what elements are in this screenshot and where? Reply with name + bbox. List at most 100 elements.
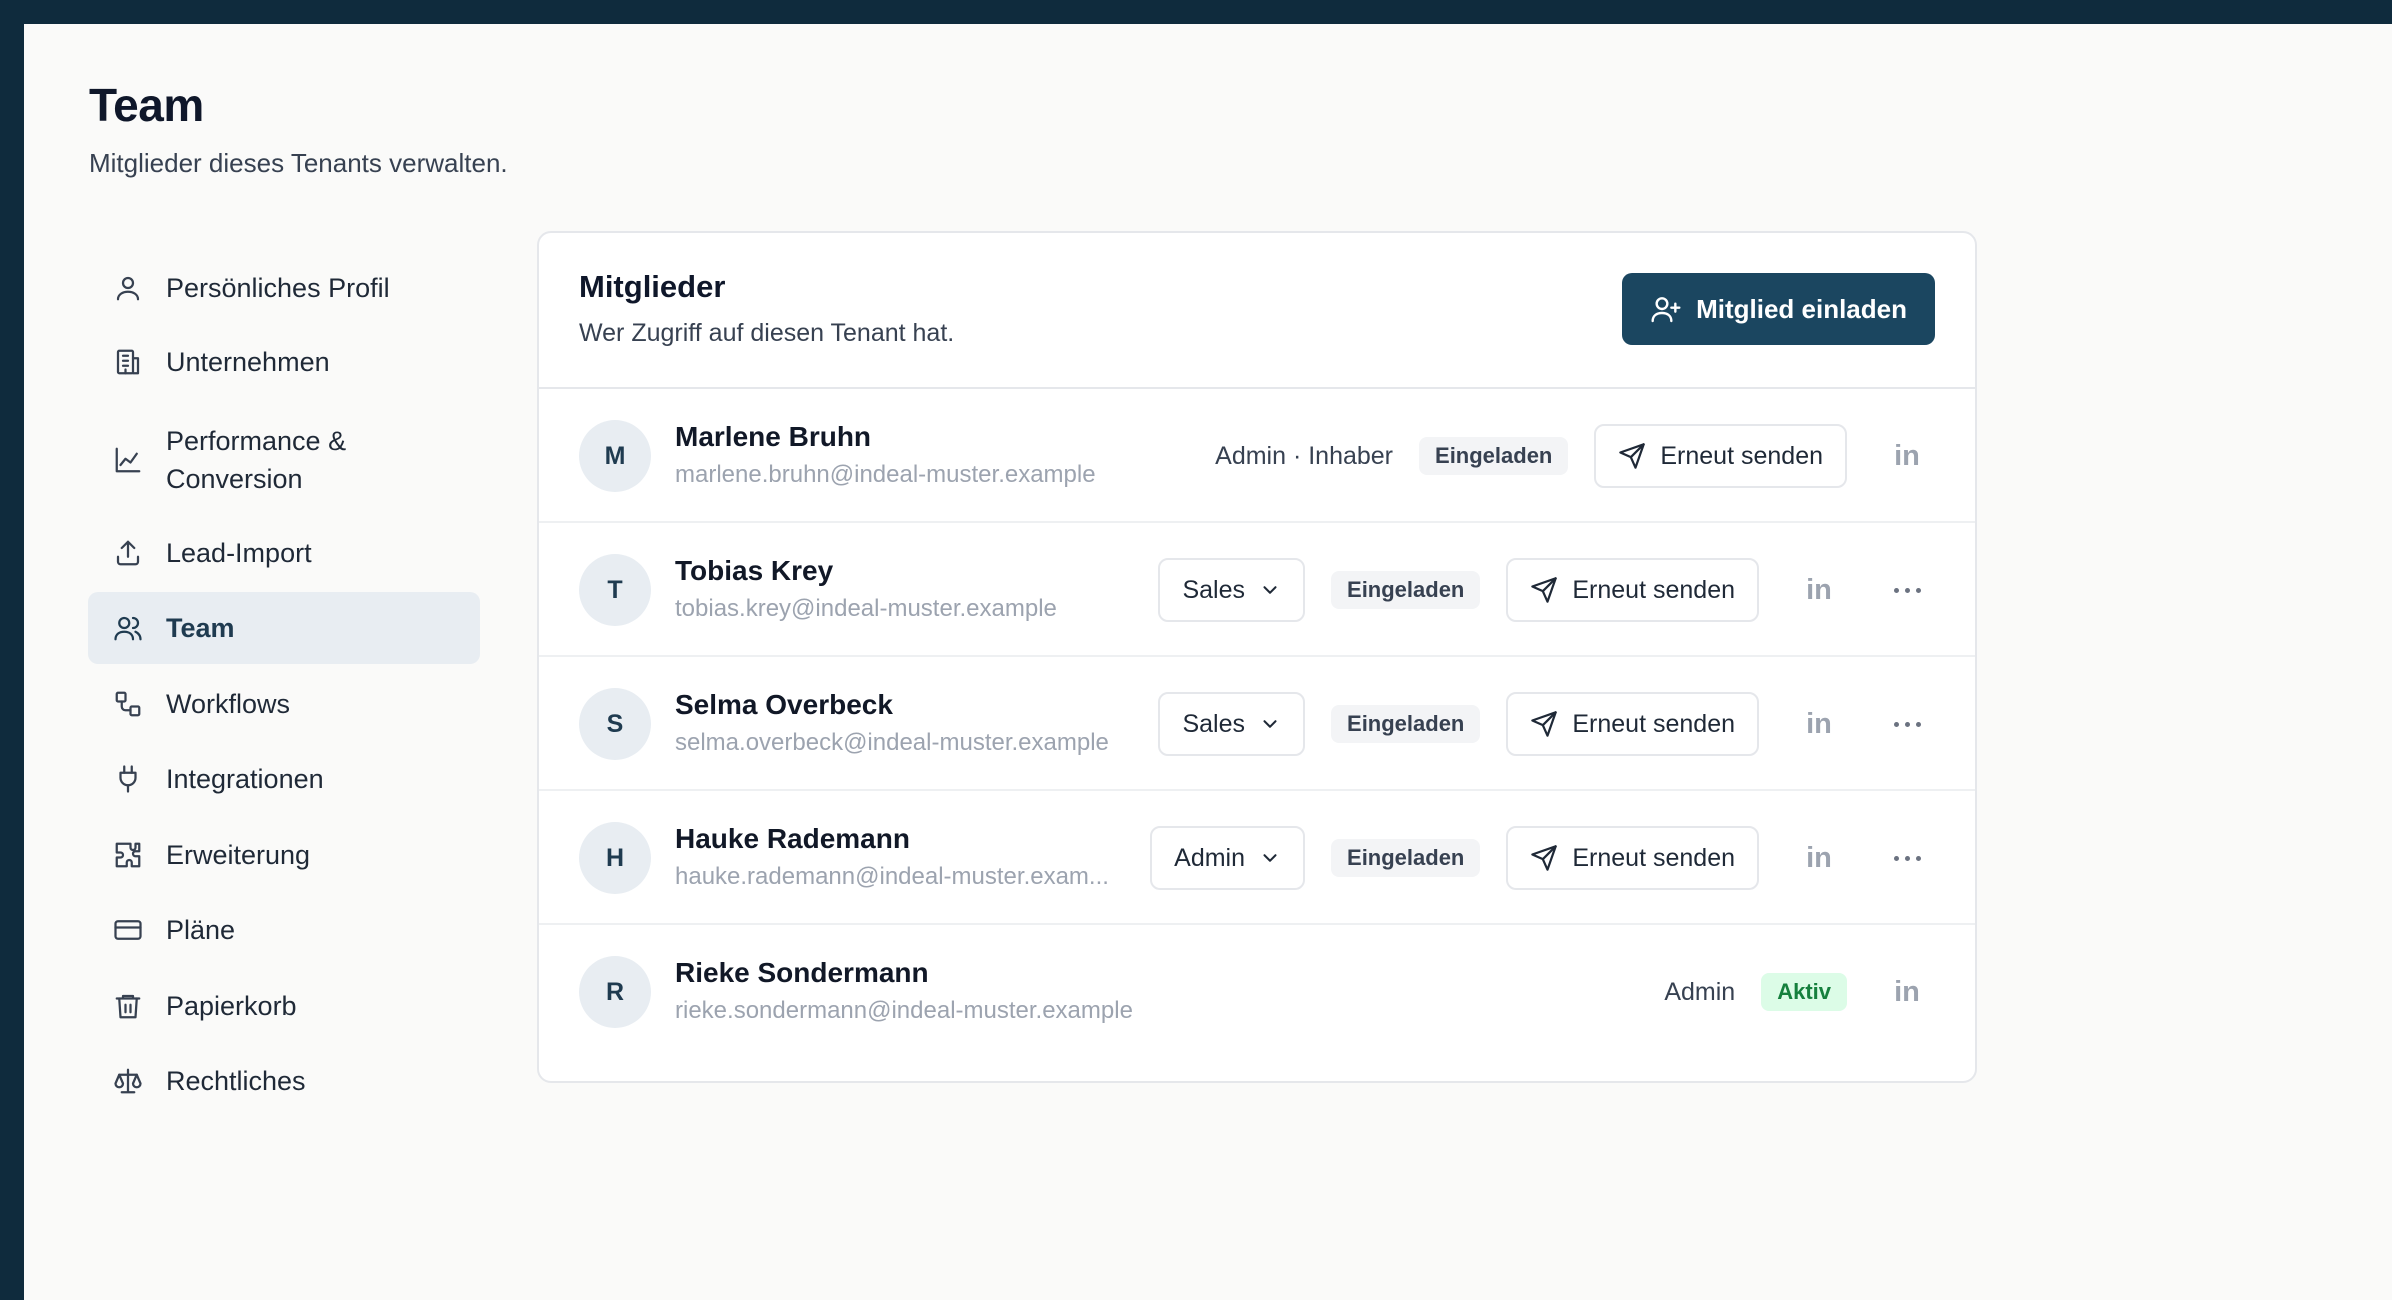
user-plus-icon bbox=[1651, 297, 1681, 323]
more-options-icon[interactable] bbox=[1879, 696, 1935, 752]
sidebar-item-label: Performance & Conversion bbox=[166, 426, 347, 494]
member-row: R Rieke Sondermann rieke.sondermann@inde… bbox=[539, 925, 1975, 1059]
member-name: Hauke Rademann bbox=[675, 823, 910, 854]
avatar: M bbox=[579, 420, 651, 492]
sidebar-item-extension[interactable]: Erweiterung bbox=[88, 819, 480, 891]
chevron-down-icon bbox=[1263, 720, 1277, 728]
resend-invite-label: Erneut senden bbox=[1572, 575, 1735, 604]
resend-invite-button[interactable]: Erneut senden bbox=[1506, 692, 1759, 756]
resend-invite-label: Erneut senden bbox=[1660, 441, 1823, 470]
linkedin-icon[interactable]: in bbox=[1791, 696, 1847, 752]
member-email: selma.overbeck@indeal-muster.example bbox=[675, 729, 1109, 756]
app-window: Team Mitglieder dieses Tenants verwalten… bbox=[24, 24, 2392, 1300]
user-icon bbox=[112, 272, 144, 304]
sidebar-item-label: Workflows bbox=[166, 688, 291, 719]
chevron-down-icon bbox=[1263, 854, 1277, 862]
sidebar-item-plans[interactable]: Pläne bbox=[88, 894, 480, 966]
avatar: S bbox=[579, 688, 651, 760]
trash-icon bbox=[112, 990, 144, 1022]
member-role: Admin bbox=[1664, 977, 1736, 1006]
status-badge: Aktiv bbox=[1761, 973, 1847, 1011]
member-name: Marlene Bruhn bbox=[675, 421, 872, 452]
puzzle-icon bbox=[112, 839, 144, 871]
sidebar-item-team[interactable]: Team bbox=[88, 592, 480, 664]
users-icon bbox=[112, 612, 144, 644]
members-card-subtitle: Wer Zugriff auf diesen Tenant hat. bbox=[579, 319, 955, 347]
sidebar-item-lead-import[interactable]: Lead-Import bbox=[88, 517, 480, 589]
member-row: M Marlene Bruhn marlene.bruhn@indeal-mus… bbox=[539, 389, 1975, 523]
member-actions: Admin Aktiv in bbox=[1664, 925, 1935, 1059]
send-icon bbox=[1531, 711, 1558, 737]
workflow-icon bbox=[112, 688, 144, 720]
avatar: R bbox=[579, 956, 651, 1028]
sidebar-item-legal[interactable]: Rechtliches bbox=[88, 1045, 480, 1117]
member-row: S Selma Overbeck selma.overbeck@indeal-m… bbox=[539, 657, 1975, 791]
sidebar-item-label: Persönliches Profil bbox=[166, 272, 390, 303]
member-name: Tobias Krey bbox=[675, 555, 834, 586]
linkedin-icon[interactable]: in bbox=[1879, 428, 1935, 484]
linkedin-icon[interactable]: in bbox=[1791, 830, 1847, 886]
upload-icon bbox=[112, 537, 144, 569]
resend-invite-button[interactable]: Erneut senden bbox=[1506, 558, 1759, 622]
avatar: T bbox=[579, 554, 651, 626]
resend-invite-label: Erneut senden bbox=[1572, 843, 1735, 872]
member-actions: Sales Eingeladen Erneut senden in bbox=[1158, 523, 1935, 657]
page-subtitle: Mitglieder dieses Tenants verwalten. bbox=[89, 148, 508, 178]
sidebar-item-label: Pläne bbox=[166, 914, 236, 945]
sidebar-item-profile[interactable]: Persönliches Profil bbox=[88, 252, 480, 324]
sidebar-item-label: Team bbox=[166, 612, 235, 643]
chart-line-icon bbox=[112, 444, 144, 476]
role-select-value: Admin bbox=[1174, 843, 1246, 872]
more-options-icon[interactable] bbox=[1879, 830, 1935, 886]
linkedin-icon[interactable]: in bbox=[1879, 964, 1935, 1020]
sidebar-item-label: Papierkorb bbox=[166, 990, 297, 1021]
members-card: Mitglieder Wer Zugriff auf diesen Tenant… bbox=[537, 231, 1977, 1083]
sidebar-item-workflows[interactable]: Workflows bbox=[88, 668, 480, 740]
member-row: H Hauke Rademann hauke.rademann@indeal-m… bbox=[539, 791, 1975, 925]
sidebar-item-label: Unternehmen bbox=[166, 346, 330, 377]
avatar: H bbox=[579, 822, 651, 894]
send-icon bbox=[1531, 577, 1558, 603]
member-actions: Admin · Inhaber Eingeladen Erneut senden… bbox=[1215, 389, 1935, 523]
chevron-down-icon bbox=[1263, 586, 1277, 594]
resend-invite-button[interactable]: Erneut senden bbox=[1506, 826, 1759, 890]
page-title: Team bbox=[89, 79, 204, 131]
resend-invite-label: Erneut senden bbox=[1572, 709, 1735, 738]
role-select[interactable]: Admin bbox=[1150, 826, 1306, 890]
status-badge: Eingeladen bbox=[1331, 571, 1481, 609]
scale-icon bbox=[112, 1065, 144, 1097]
role-select[interactable]: Sales bbox=[1158, 692, 1306, 756]
member-actions: Admin Eingeladen Erneut senden in bbox=[1150, 791, 1935, 925]
invite-member-label: Mitglied einladen bbox=[1696, 293, 1907, 324]
role-select-value: Sales bbox=[1182, 709, 1246, 738]
sidebar-item-company[interactable]: Unternehmen bbox=[88, 326, 480, 398]
member-role: Admin · Inhaber bbox=[1215, 441, 1394, 470]
status-badge: Eingeladen bbox=[1419, 437, 1569, 475]
sidebar-item-label: Lead-Import bbox=[166, 537, 312, 568]
send-icon bbox=[1619, 443, 1646, 469]
members-card-header: Mitglieder Wer Zugriff auf diesen Tenant… bbox=[539, 233, 1975, 389]
sidebar-item-label: Erweiterung bbox=[166, 839, 311, 870]
building-icon bbox=[112, 346, 144, 378]
member-email: rieke.sondermann@indeal-muster.example bbox=[675, 997, 1133, 1024]
status-badge: Eingeladen bbox=[1331, 705, 1481, 743]
sidebar-item-integrations[interactable]: Integrationen bbox=[88, 743, 480, 815]
sidebar-item-label: Integrationen bbox=[166, 763, 324, 794]
member-actions: Sales Eingeladen Erneut senden in bbox=[1158, 657, 1935, 791]
sidebar-item-label: Rechtliches bbox=[166, 1065, 306, 1096]
member-row: T Tobias Krey tobias.krey@indeal-muster.… bbox=[539, 523, 1975, 657]
invite-member-button[interactable]: Mitglied einladen bbox=[1622, 273, 1935, 345]
resend-invite-button[interactable]: Erneut senden bbox=[1594, 424, 1847, 488]
members-card-title: Mitglieder bbox=[579, 269, 726, 304]
credit-card-icon bbox=[112, 914, 144, 946]
sidebar-item-trash[interactable]: Papierkorb bbox=[88, 970, 480, 1042]
member-email: marlene.bruhn@indeal-muster.example bbox=[675, 461, 1096, 488]
more-options-icon[interactable] bbox=[1879, 562, 1935, 618]
send-icon bbox=[1531, 845, 1558, 871]
sidebar-item-performance[interactable]: Performance & Conversion bbox=[88, 412, 480, 508]
role-select[interactable]: Sales bbox=[1158, 558, 1306, 622]
role-select-value: Sales bbox=[1182, 575, 1246, 604]
linkedin-icon[interactable]: in bbox=[1791, 562, 1847, 618]
status-badge: Eingeladen bbox=[1331, 839, 1481, 877]
member-name: Rieke Sondermann bbox=[675, 957, 929, 988]
